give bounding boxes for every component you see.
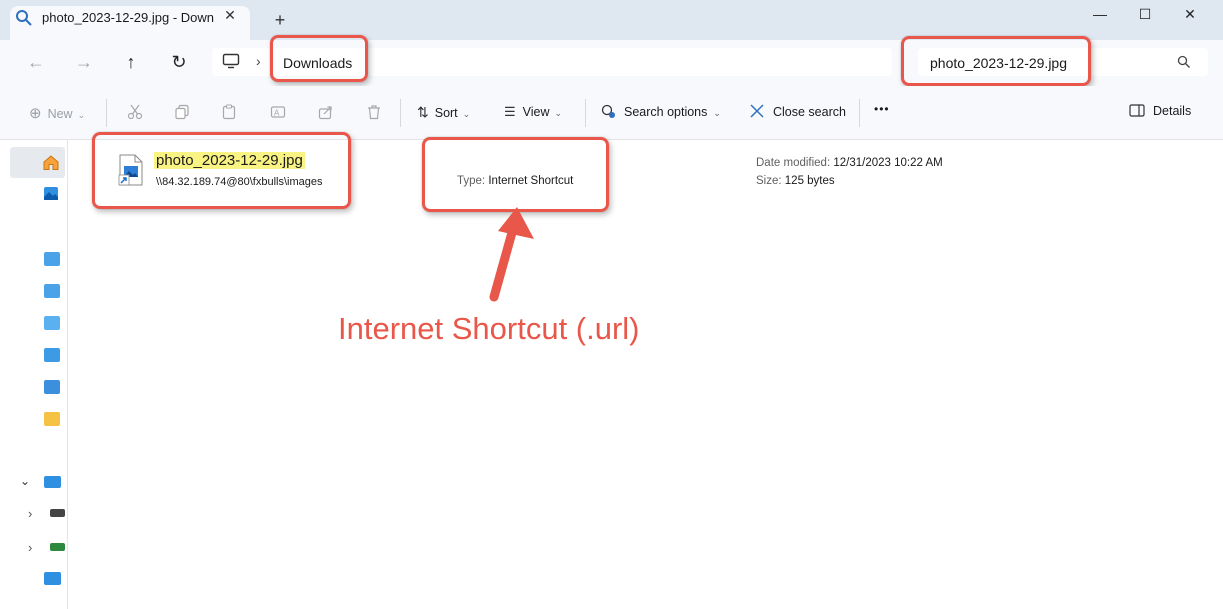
home-icon [43,155,59,170]
file-size: Size: 125 bytes [756,175,835,187]
highlight-box-type [422,137,609,212]
paste-icon[interactable] [221,104,237,120]
close-window-button[interactable]: ✕ [1170,4,1210,24]
search-icon[interactable] [1177,55,1191,69]
search-options-icon [601,104,615,118]
chevron-down-icon: ⌄ [713,108,721,118]
chevron-down-icon: ⌄ [77,110,86,120]
date-modified-label: Date modified: [756,157,831,169]
documents-icon[interactable] [44,316,60,330]
sort-label: Sort [434,106,458,120]
date-modified: Date modified: 12/31/2023 10:22 AM [756,157,943,169]
network-icon[interactable] [44,572,61,585]
close-search-button[interactable]: Close search [750,104,846,122]
pictures-icon[interactable] [44,348,60,362]
network-drive-icon[interactable] [50,543,65,551]
folder-icon[interactable] [44,412,60,426]
plus-icon: ⊕ [29,105,42,122]
chevron-right-icon[interactable]: › [28,506,32,521]
view-label: View [522,105,550,119]
svg-text:A: A [274,109,280,118]
file-size-value: 125 bytes [784,175,835,187]
annotation-callout: Internet Shortcut (.url) [338,311,640,346]
search-icon [16,10,32,26]
cut-icon[interactable] [127,104,143,120]
chevron-down-icon[interactable]: ⌄ [20,474,30,488]
toolbar-divider [400,99,401,127]
chevron-down-icon: ⌄ [462,109,471,119]
new-label: New [47,107,73,121]
new-button[interactable]: ⊕ New ⌄ [29,104,85,122]
drive-icon[interactable] [50,509,65,517]
share-icon[interactable] [318,104,334,120]
highlight-box-search [901,36,1091,86]
tab-title: photo_2023-12-29.jpg - Downl [42,10,214,25]
this-pc-icon[interactable] [44,476,61,488]
date-modified-value: 12/31/2023 10:22 AM [833,157,943,169]
annotation-arrow-icon [489,207,534,302]
view-button[interactable]: ☰ View ⌄ [504,104,562,122]
highlight-box-address [270,35,368,82]
new-tab-button[interactable]: + [270,10,290,30]
more-options-button[interactable]: ••• [874,102,890,120]
navigation-pane [0,140,68,609]
details-pane-icon [1129,104,1145,117]
this-pc-icon [222,53,240,69]
videos-icon[interactable] [44,380,60,394]
chevron-down-icon: ⌄ [554,108,563,118]
sort-button[interactable]: ⇅ Sort ⌄ [417,104,470,122]
minimize-button[interactable]: — [1080,4,1120,24]
maximize-button[interactable]: ☐ [1125,4,1165,24]
tab-close-icon[interactable]: ✕ [221,6,239,24]
gallery-icon[interactable] [43,186,59,201]
details-label: Details [1153,104,1192,118]
close-search-label: Close search [773,105,846,119]
rename-icon[interactable]: A [270,104,286,120]
up-button[interactable]: ↑ [118,51,144,73]
desktop-icon[interactable] [44,252,60,266]
toolbar-divider [106,99,107,127]
back-button[interactable]: ← [23,51,49,73]
chevron-right-icon[interactable]: › [28,540,32,555]
details-pane-button[interactable]: Details [1129,104,1191,122]
highlight-box-file [92,132,351,209]
search-options-label: Search options [624,105,708,119]
breadcrumb-separator: › [256,53,261,69]
refresh-button[interactable]: ↻ [166,51,192,73]
toolbar-divider [859,99,860,127]
downloads-folder-icon[interactable] [44,284,60,298]
delete-icon[interactable] [366,104,382,120]
sort-icon: ⇅ [417,104,429,120]
file-size-label: Size: [756,175,782,187]
toolbar-divider [585,99,586,127]
close-icon [750,104,764,118]
copy-icon[interactable] [174,104,190,120]
search-options-button[interactable]: Search options ⌄ [601,104,721,122]
forward-button[interactable]: → [71,51,97,73]
view-icon: ☰ [504,104,516,119]
